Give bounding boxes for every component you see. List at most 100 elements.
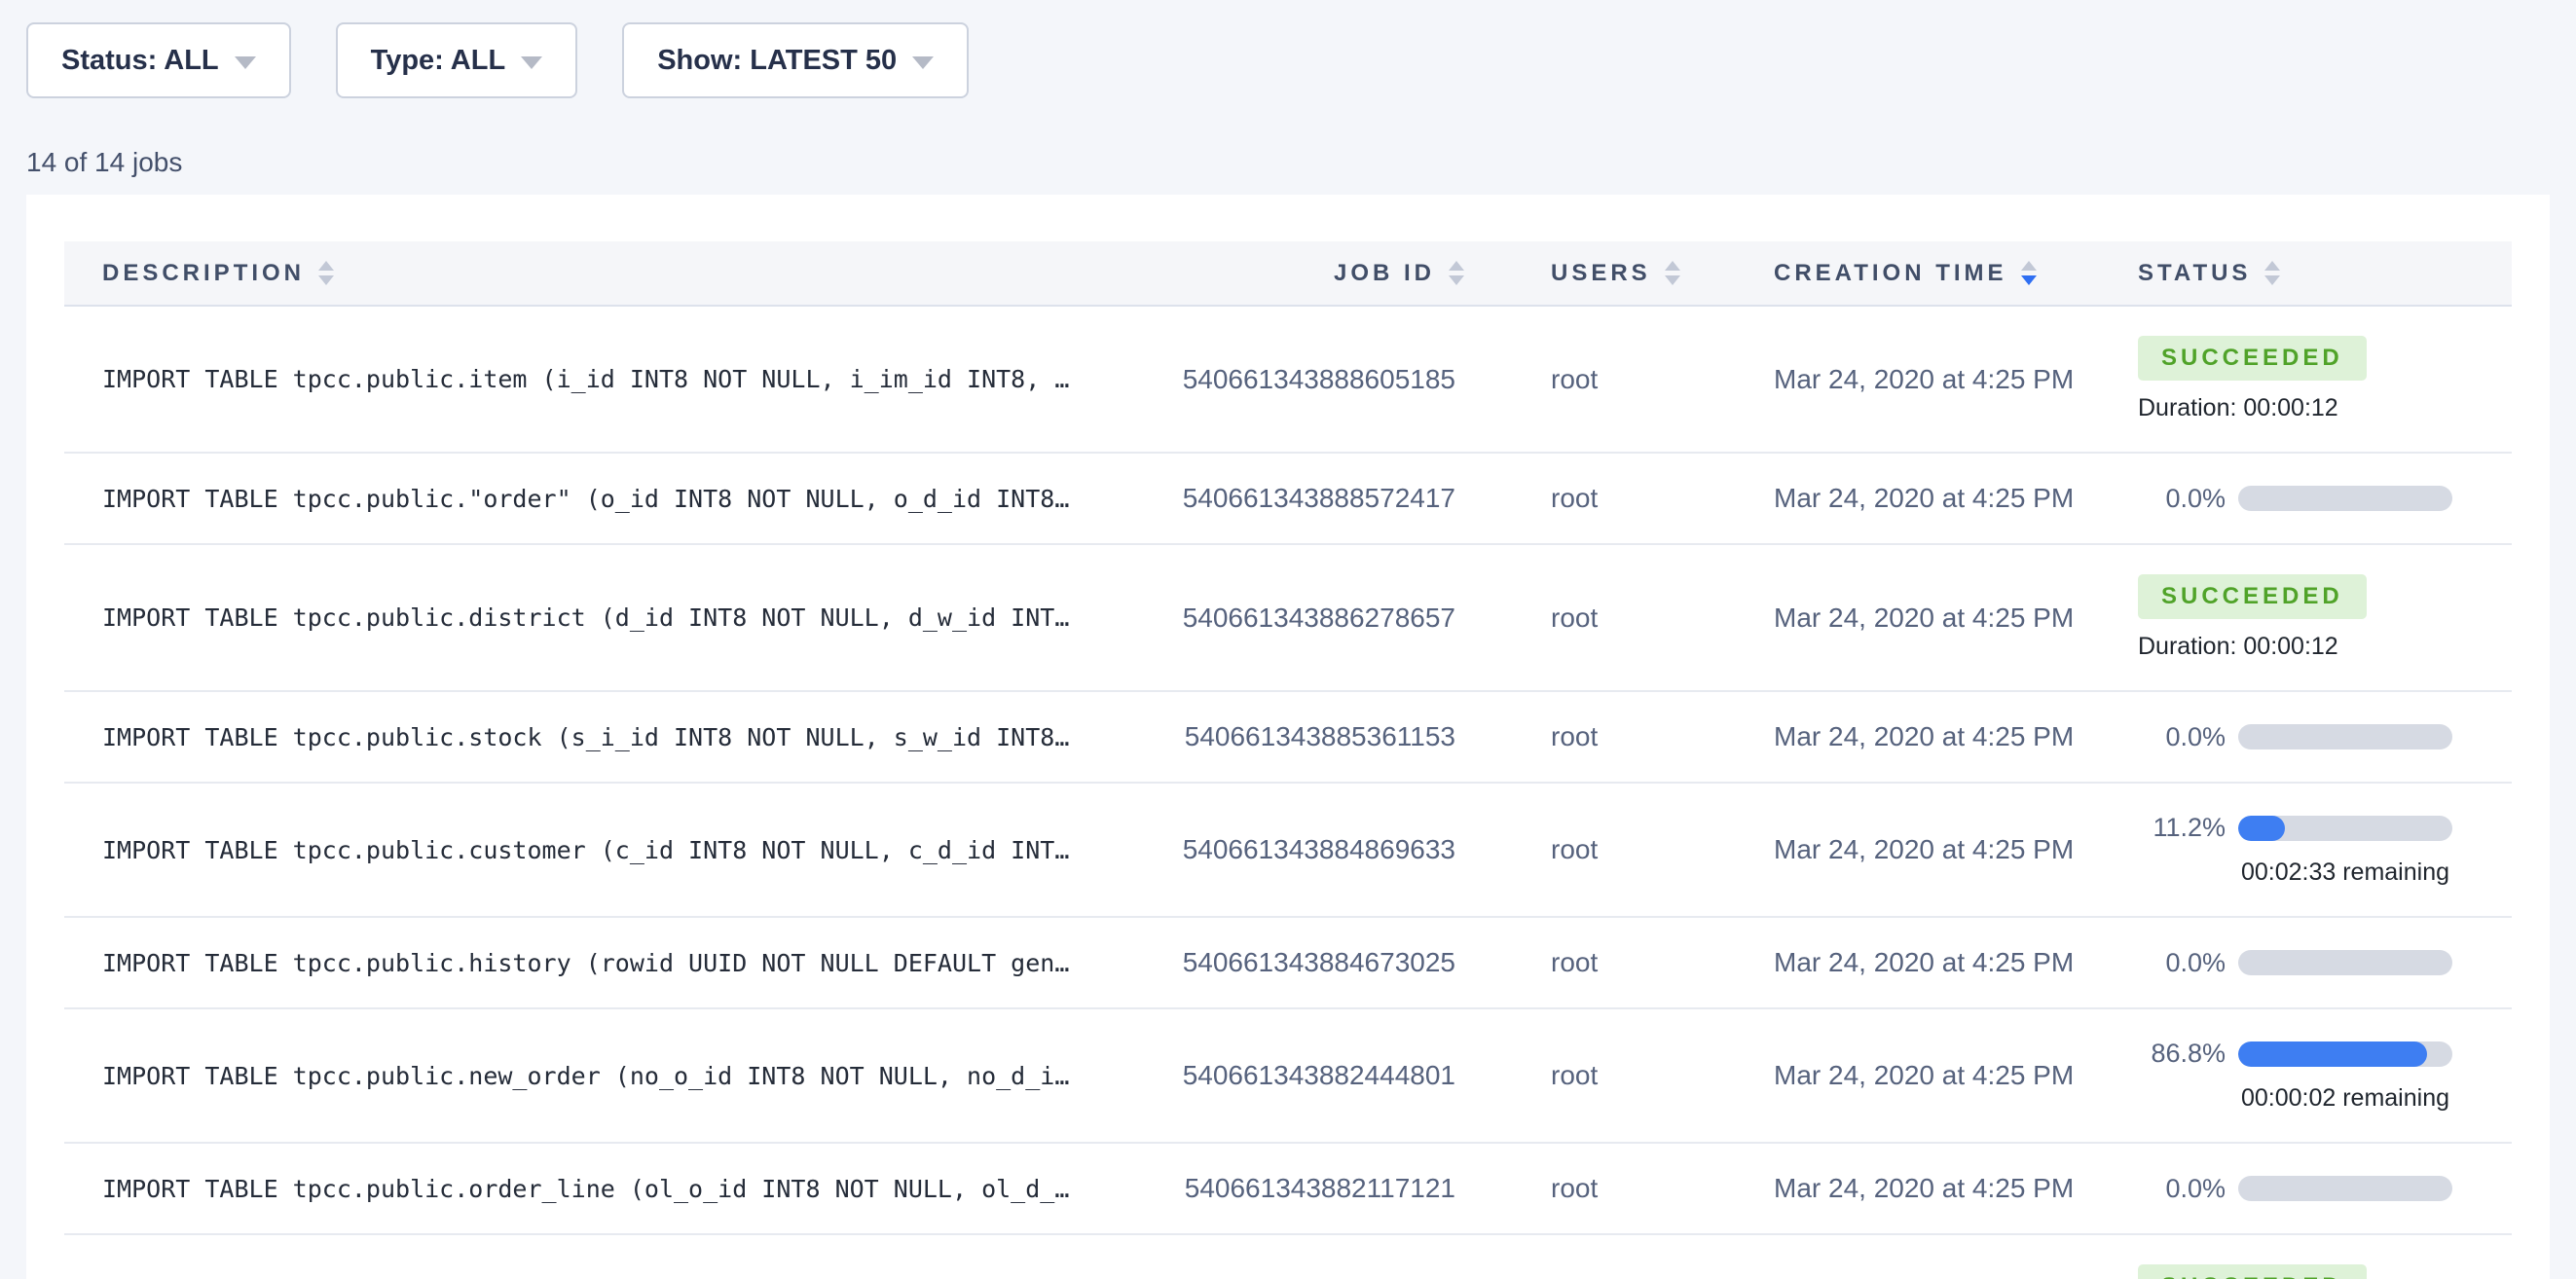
progress-percent: 0.0% — [2138, 1174, 2226, 1204]
table-row: IMPORT TABLE tpcc.public.item (i_id INT8… — [64, 306, 2512, 453]
job-user: root — [1484, 1234, 1717, 1279]
progress-bar — [2238, 486, 2452, 511]
sort-arrows-icon — [2264, 261, 2280, 285]
table-row: IMPORT TABLE tpcc.public.district (d_id … — [64, 544, 2512, 691]
table-row: IMPORT TABLE tpcc.public.new_order (no_o… — [64, 1008, 2512, 1143]
job-status: 0.0% — [2107, 453, 2512, 544]
type-filter-label: Type: ALL — [371, 45, 506, 77]
job-creation-time: Mar 24, 2020 at 4:25 PM — [1717, 1234, 2107, 1279]
job-user: root — [1484, 306, 1717, 453]
progress-bar-fill — [2238, 816, 2285, 841]
column-header-creation_time[interactable]: CREATION TIME — [1717, 241, 2107, 306]
progress-bar — [2238, 1041, 2452, 1067]
job-duration: Duration: 00:00:12 — [2138, 633, 2512, 661]
job-description: IMPORT TABLE tpcc.public.customer (c_id … — [64, 783, 1114, 917]
table-row: IMPORT TABLE tpcc.public.customer (c_id … — [64, 783, 2512, 917]
job-user: root — [1484, 783, 1717, 917]
job-id: 540661343826444289 — [1114, 1234, 1484, 1279]
job-user: root — [1484, 917, 1717, 1008]
column-label: DESCRIPTION — [102, 260, 305, 287]
job-status: SUCCEEDED Duration: 00:00:12 — [2107, 544, 2512, 691]
job-id: 540661343885361153 — [1114, 691, 1484, 783]
job-status: 0.0% — [2107, 917, 2512, 1008]
sort-arrows-icon — [1449, 261, 1464, 285]
job-status: 0.0% — [2107, 691, 2512, 783]
sort-arrows-icon — [1665, 261, 1680, 285]
job-description: IMPORT TABLE tpcc.public.order_line (ol_… — [64, 1143, 1114, 1234]
progress-percent: 11.2% — [2138, 813, 2226, 843]
column-label: JOB ID — [1334, 260, 1435, 287]
column-header-status[interactable]: STATUS — [2107, 241, 2512, 306]
job-creation-time: Mar 24, 2020 at 4:25 PM — [1717, 544, 2107, 691]
show-filter-dropdown[interactable]: Show: LATEST 50 — [622, 22, 969, 98]
job-status: 11.2% 00:02:33 remaining — [2107, 783, 2512, 917]
show-filter-label: Show: LATEST 50 — [657, 45, 897, 77]
jobs-filter-bar: Status: ALL Type: ALL Show: LATEST 50 — [0, 0, 2576, 98]
column-header-users[interactable]: USERS — [1484, 241, 1717, 306]
progress-percent: 86.8% — [2138, 1039, 2226, 1069]
jobs-table-header: DESCRIPTION JOB ID USERS CREATION TIME STATU… — [64, 241, 2512, 306]
job-description: IMPORT TABLE tpcc.public.warehouse (w_id… — [64, 1234, 1114, 1279]
progress-bar — [2238, 724, 2452, 749]
progress-bar — [2238, 1176, 2452, 1201]
status-badge: SUCCEEDED — [2138, 1264, 2367, 1279]
job-id: 540661343882444801 — [1114, 1008, 1484, 1143]
sort-arrows-icon — [2021, 261, 2037, 285]
jobs-table: DESCRIPTION JOB ID USERS CREATION TIME STATU… — [64, 241, 2512, 1279]
column-header-job_id[interactable]: JOB ID — [1114, 241, 1484, 306]
status-filter-label: Status: ALL — [61, 45, 219, 77]
status-badge: SUCCEEDED — [2138, 336, 2367, 381]
column-header-description[interactable]: DESCRIPTION — [64, 241, 1114, 306]
progress-bar — [2238, 816, 2452, 841]
column-label: USERS — [1551, 260, 1651, 287]
status-filter-dropdown[interactable]: Status: ALL — [26, 22, 291, 98]
job-id: 540661343888572417 — [1114, 453, 1484, 544]
progress-bar-fill — [2238, 1041, 2427, 1067]
table-row: IMPORT TABLE tpcc.public."order" (o_id I… — [64, 453, 2512, 544]
job-description: IMPORT TABLE tpcc.public.new_order (no_o… — [64, 1008, 1114, 1143]
chevron-down-icon — [521, 56, 542, 69]
time-remaining: 00:00:02 remaining — [2238, 1084, 2452, 1113]
job-id: 540661343882117121 — [1114, 1143, 1484, 1234]
job-creation-time: Mar 24, 2020 at 4:25 PM — [1717, 1008, 2107, 1143]
job-description: IMPORT TABLE tpcc.public.stock (s_i_id I… — [64, 691, 1114, 783]
job-duration: Duration: 00:00:12 — [2138, 394, 2512, 422]
job-description: IMPORT TABLE tpcc.public."order" (o_id I… — [64, 453, 1114, 544]
job-status: 0.0% — [2107, 1143, 2512, 1234]
job-user: root — [1484, 1143, 1717, 1234]
job-creation-time: Mar 24, 2020 at 4:25 PM — [1717, 306, 2107, 453]
job-user: root — [1484, 691, 1717, 783]
job-description: IMPORT TABLE tpcc.public.district (d_id … — [64, 544, 1114, 691]
sort-arrows-icon — [318, 261, 334, 285]
job-status: SUCCEEDED Duration: 00:00:12 — [2107, 306, 2512, 453]
job-description: IMPORT TABLE tpcc.public.history (rowid … — [64, 917, 1114, 1008]
table-row: IMPORT TABLE tpcc.public.order_line (ol_… — [64, 1143, 2512, 1234]
column-label: CREATION TIME — [1774, 260, 2007, 287]
job-user: root — [1484, 453, 1717, 544]
column-label: STATUS — [2138, 260, 2251, 287]
job-creation-time: Mar 24, 2020 at 4:25 PM — [1717, 1143, 2107, 1234]
status-badge: SUCCEEDED — [2138, 574, 2367, 619]
time-remaining: 00:02:33 remaining — [2238, 859, 2452, 887]
table-row: IMPORT TABLE tpcc.public.history (rowid … — [64, 917, 2512, 1008]
chevron-down-icon — [912, 56, 934, 69]
table-row: IMPORT TABLE tpcc.public.stock (s_i_id I… — [64, 691, 2512, 783]
job-status: 86.8% 00:00:02 remaining — [2107, 1008, 2512, 1143]
job-description: IMPORT TABLE tpcc.public.item (i_id INT8… — [64, 306, 1114, 453]
type-filter-dropdown[interactable]: Type: ALL — [336, 22, 578, 98]
progress-percent: 0.0% — [2138, 484, 2226, 514]
job-status: SUCCEEDEDDuration: 00:00:08 — [2107, 1234, 2512, 1279]
jobs-table-card: DESCRIPTION JOB ID USERS CREATION TIME STATU… — [26, 195, 2550, 1279]
progress-bar — [2238, 950, 2452, 975]
job-id: 540661343886278657 — [1114, 544, 1484, 691]
progress-percent: 0.0% — [2138, 722, 2226, 752]
job-creation-time: Mar 24, 2020 at 4:25 PM — [1717, 691, 2107, 783]
jobs-count-label: 14 of 14 jobs — [26, 147, 2576, 178]
job-user: root — [1484, 544, 1717, 691]
job-id: 540661343884869633 — [1114, 783, 1484, 917]
table-row: IMPORT TABLE tpcc.public.warehouse (w_id… — [64, 1234, 2512, 1279]
job-creation-time: Mar 24, 2020 at 4:25 PM — [1717, 783, 2107, 917]
progress-percent: 0.0% — [2138, 948, 2226, 978]
job-id: 540661343888605185 — [1114, 306, 1484, 453]
job-id: 540661343884673025 — [1114, 917, 1484, 1008]
